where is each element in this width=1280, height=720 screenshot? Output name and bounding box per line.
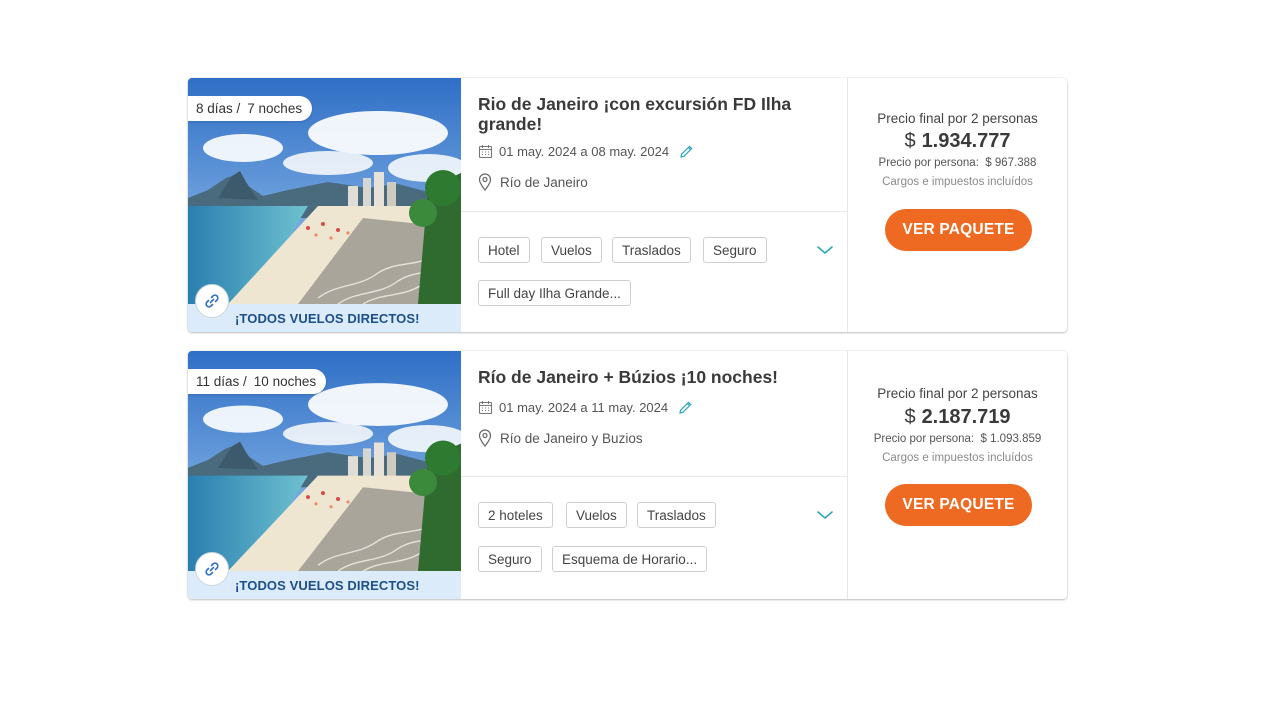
edit-dates-icon[interactable]	[678, 400, 693, 415]
price-label: Precio final por 2 personas	[877, 111, 1038, 126]
location-pin-icon	[478, 173, 492, 191]
link-icon	[205, 562, 219, 576]
dates-text: 01 may. 2024 a 08 may. 2024	[499, 144, 670, 159]
view-package-button[interactable]: VER PAQUETE	[885, 484, 1032, 526]
per-person-price: Precio por persona: $ 967.388	[848, 157, 1067, 169]
per-person-amount: $ 967.388	[985, 157, 1037, 169]
calendar-icon	[478, 145, 493, 159]
chevron-down-icon[interactable]	[815, 508, 835, 522]
duration-nights: 7 noches	[247, 101, 303, 116]
package-summary: Río de Janeiro + Búzios ¡10 noches! 01 m…	[461, 351, 847, 477]
price-panel: Precio final por 2 personas $2.187.719 P…	[848, 351, 1067, 599]
service-chip: Traslados	[612, 237, 691, 263]
package-card[interactable]: 11 días / 10 noches ¡TODOS VUELOS DIRECT…	[188, 351, 1067, 599]
share-link-button[interactable]	[195, 284, 229, 318]
service-chip: Seguro	[478, 546, 542, 572]
dates-text: 01 may. 2024 a 11 may. 2024	[499, 400, 669, 415]
duration-days: 8 días /	[196, 101, 241, 116]
location-pin-icon	[478, 429, 492, 447]
service-chip: Esquema de Horario...	[552, 546, 708, 572]
currency-symbol: $	[904, 130, 916, 152]
duration-nights: 10 noches	[253, 374, 317, 389]
package-location: Río de Janeiro y Buzios	[478, 429, 643, 447]
package-info: Río de Janeiro + Búzios ¡10 noches! 01 m…	[461, 351, 848, 599]
location-text: Río de Janeiro	[500, 174, 588, 190]
total-price: $1.934.777	[848, 130, 1067, 153]
package-card[interactable]: 8 días / 7 noches ¡TODOS VUELOS DIRECTOS…	[188, 78, 1067, 332]
per-person-amount: $ 1.093.859	[980, 433, 1042, 445]
price-panel: Precio final por 2 personas $1.934.777 P…	[848, 78, 1067, 332]
edit-dates-icon[interactable]	[679, 144, 694, 159]
package-photo[interactable]: 8 días / 7 noches ¡TODOS VUELOS DIRECTOS…	[188, 78, 461, 332]
service-chip: Full day Ilha Grande...	[478, 280, 631, 306]
service-chip: Vuelos	[541, 237, 602, 263]
package-title[interactable]: Río de Janeiro + Búzios ¡10 noches!	[478, 367, 817, 387]
service-chip: 2 hoteles	[478, 502, 553, 528]
service-chip: Vuelos	[566, 502, 627, 528]
location-text: Río de Janeiro y Buzios	[500, 430, 643, 446]
total-amount: 1.934.777	[921, 130, 1011, 152]
package-info: Rio de Janeiro ¡con excursión FD Ilha gr…	[461, 78, 848, 332]
service-chip: Seguro	[703, 237, 767, 263]
share-link-button[interactable]	[195, 552, 229, 586]
duration-badge: 8 días / 7 noches	[188, 96, 313, 121]
package-photo[interactable]: 11 días / 10 noches ¡TODOS VUELOS DIRECT…	[188, 351, 461, 599]
taxes-note: Cargos e impuestos incluídos	[882, 176, 1033, 188]
taxes-note: Cargos e impuestos incluídos	[882, 452, 1033, 464]
service-chip: Hotel	[478, 237, 530, 263]
chevron-down-icon[interactable]	[815, 243, 835, 257]
total-amount: 2.187.719	[921, 406, 1011, 428]
duration-days: 11 días /	[196, 374, 247, 389]
per-person-price: Precio por persona: $ 1.093.859	[848, 433, 1067, 445]
package-title[interactable]: Rio de Janeiro ¡con excursión FD Ilha gr…	[478, 94, 817, 134]
currency-symbol: $	[904, 406, 916, 428]
package-location: Río de Janeiro	[478, 173, 588, 191]
per-person-label: Precio por persona:	[878, 157, 979, 169]
direct-flights-banner: ¡TODOS VUELOS DIRECTOS!	[188, 304, 461, 332]
package-summary: Rio de Janeiro ¡con excursión FD Ilha gr…	[461, 78, 847, 212]
direct-flights-banner: ¡TODOS VUELOS DIRECTOS!	[188, 571, 461, 599]
per-person-label: Precio por persona:	[873, 433, 975, 445]
price-label: Precio final por 2 personas	[877, 386, 1038, 401]
view-package-button[interactable]: VER PAQUETE	[885, 209, 1032, 251]
package-dates: 01 may. 2024 a 11 may. 2024	[478, 400, 693, 415]
link-icon	[205, 294, 219, 308]
calendar-icon	[478, 401, 493, 415]
duration-badge: 11 días / 10 noches	[188, 369, 327, 394]
service-chip: Traslados	[637, 502, 716, 528]
total-price: $2.187.719	[848, 406, 1067, 429]
package-dates: 01 may. 2024 a 08 may. 2024	[478, 144, 694, 159]
